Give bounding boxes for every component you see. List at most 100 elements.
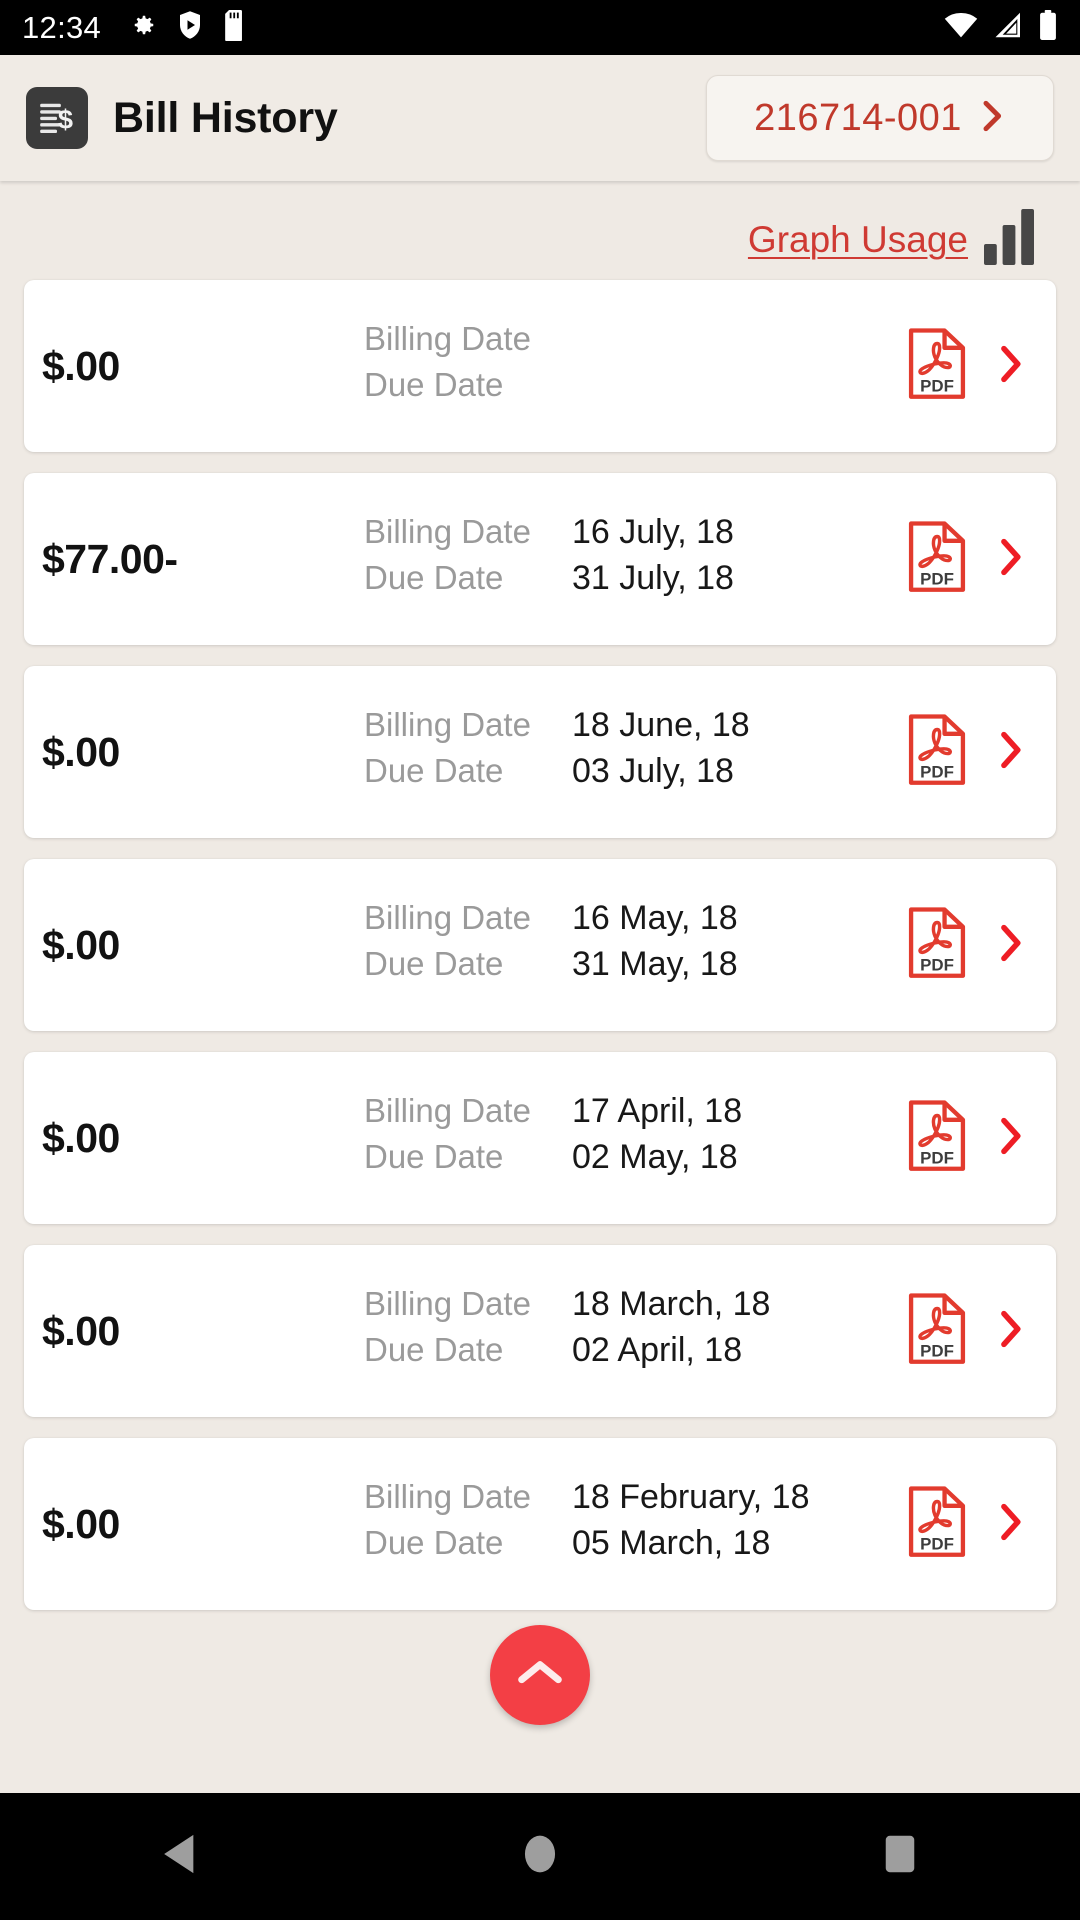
- bill-amount: $.00: [42, 728, 120, 775]
- nav-recents-button[interactable]: [825, 1793, 975, 1920]
- account-number: 216714-001: [754, 96, 962, 139]
- bill-dates: Billing Date 16 July, 18 Due Date 31 Jul…: [364, 513, 906, 605]
- pdf-file-icon[interactable]: PDF: [906, 1099, 968, 1177]
- billing-date-value: 18 February, 18: [572, 1478, 810, 1516]
- due-date-value: 03 July, 18: [572, 752, 734, 790]
- chevron-right-icon[interactable]: [998, 730, 1024, 775]
- table-row[interactable]: $77.00- Billing Date 16 July, 18 Due Dat…: [24, 473, 1056, 645]
- billing-date-value: 16 May, 18: [572, 899, 738, 937]
- battery-icon: [1038, 10, 1058, 45]
- bill-dates: Billing Date 18 February, 18 Due Date 05…: [364, 1478, 906, 1570]
- circle-home-icon: [522, 1832, 558, 1881]
- due-date-label: Due Date: [364, 559, 504, 596]
- table-row[interactable]: $.00 Billing Date 16 May, 18 Due Date 31…: [24, 859, 1056, 1031]
- status-time: 12:34: [22, 9, 102, 45]
- table-row[interactable]: $.00 Billing Date 18 June, 18 Due Date 0…: [24, 666, 1056, 838]
- billing-date-label: Billing Date: [364, 899, 531, 936]
- billing-date-value: 16 July, 18: [572, 513, 734, 551]
- pdf-file-icon[interactable]: PDF: [906, 713, 968, 791]
- svg-text:$: $: [58, 103, 73, 134]
- billing-date-row: Billing Date: [364, 320, 906, 366]
- bill-dates: Billing Date 18 June, 18 Due Date 03 Jul…: [364, 706, 906, 798]
- pdf-file-icon[interactable]: PDF: [906, 1292, 968, 1370]
- bill-dates: Billing Date 18 March, 18 Due Date 02 Ap…: [364, 1285, 906, 1377]
- billing-date-row: Billing Date 18 March, 18: [364, 1285, 906, 1331]
- status-bar: 12:34: [0, 0, 1080, 55]
- bill-amount: $.00: [42, 1307, 120, 1354]
- due-date-label: Due Date: [364, 1331, 504, 1368]
- row-actions: PDF: [906, 1485, 1024, 1563]
- bill-dates: Billing Date 16 May, 18 Due Date 31 May,…: [364, 899, 906, 991]
- content-area: Graph Usage $.00 Billing Date Due Date P…: [0, 181, 1080, 1793]
- due-date-row: Due Date 05 March, 18: [364, 1524, 906, 1570]
- billing-date-value: 18 March, 18: [572, 1285, 771, 1323]
- pdf-file-icon[interactable]: PDF: [906, 1485, 968, 1563]
- status-left-icons: [127, 9, 248, 46]
- pdf-file-icon[interactable]: PDF: [906, 520, 968, 598]
- table-row[interactable]: $.00 Billing Date 18 February, 18 Due Da…: [24, 1438, 1056, 1610]
- chevron-right-icon[interactable]: [998, 537, 1024, 582]
- billing-date-label: Billing Date: [364, 1478, 531, 1515]
- pdf-file-icon[interactable]: PDF: [906, 327, 968, 405]
- bill-amount: $.00: [42, 342, 120, 389]
- row-actions: PDF: [906, 520, 1024, 598]
- billing-date-value: 18 June, 18: [572, 706, 750, 744]
- chevron-right-icon[interactable]: [998, 923, 1024, 968]
- due-date-label: Due Date: [364, 1138, 504, 1175]
- bill-dates: Billing Date 17 April, 18 Due Date 02 Ma…: [364, 1092, 906, 1184]
- row-actions: PDF: [906, 1292, 1024, 1370]
- billing-date-label: Billing Date: [364, 1285, 531, 1322]
- due-date-value: 02 April, 18: [572, 1331, 743, 1369]
- billing-date-row: Billing Date 18 June, 18: [364, 706, 906, 752]
- sd-card-icon: [223, 9, 248, 46]
- due-date-row: Due Date 02 May, 18: [364, 1138, 906, 1184]
- billing-date-label: Billing Date: [364, 1092, 531, 1129]
- row-actions: PDF: [906, 327, 1024, 405]
- billing-date-row: Billing Date 16 May, 18: [364, 899, 906, 945]
- table-row[interactable]: $.00 Billing Date 18 March, 18 Due Date …: [24, 1245, 1056, 1417]
- billing-date-label: Billing Date: [364, 513, 531, 550]
- table-row[interactable]: $.00 Billing Date Due Date PDF: [24, 280, 1056, 452]
- billing-date-label: Billing Date: [364, 706, 531, 743]
- chevron-right-icon[interactable]: [998, 1502, 1024, 1547]
- chevron-right-icon: [980, 99, 1006, 138]
- billing-date-row: Billing Date 16 July, 18: [364, 513, 906, 559]
- svg-text:PDF: PDF: [920, 1148, 954, 1167]
- graph-usage-link[interactable]: Graph Usage: [748, 219, 968, 261]
- due-date-value: 31 July, 18: [572, 559, 734, 597]
- android-navigation-bar: [0, 1793, 1080, 1920]
- due-date-row: Due Date 31 May, 18: [364, 945, 906, 991]
- row-actions: PDF: [906, 713, 1024, 791]
- scroll-to-top-button[interactable]: [490, 1625, 590, 1725]
- bill-list: $.00 Billing Date Due Date PDF $77.00- B…: [0, 280, 1080, 1610]
- billing-date-row: Billing Date 18 February, 18: [364, 1478, 906, 1524]
- billing-date-row: Billing Date 17 April, 18: [364, 1092, 906, 1138]
- account-selector-button[interactable]: 216714-001: [706, 75, 1054, 161]
- shield-play-icon: [176, 10, 204, 45]
- due-date-label: Due Date: [364, 366, 504, 403]
- cell-signal-icon: [992, 11, 1024, 44]
- due-date-row: Due Date 02 April, 18: [364, 1331, 906, 1377]
- table-row[interactable]: $.00 Billing Date 17 April, 18 Due Date …: [24, 1052, 1056, 1224]
- chevron-right-icon[interactable]: [998, 344, 1024, 389]
- chevron-right-icon[interactable]: [998, 1116, 1024, 1161]
- due-date-value: 31 May, 18: [572, 945, 738, 983]
- nav-back-button[interactable]: [105, 1793, 255, 1920]
- bill-amount: $.00: [42, 1500, 120, 1547]
- nav-home-button[interactable]: [465, 1793, 615, 1920]
- due-date-label: Due Date: [364, 945, 504, 982]
- bill-amount: $.00: [42, 921, 120, 968]
- due-date-label: Due Date: [364, 1524, 504, 1561]
- wifi-icon: [944, 11, 978, 44]
- graph-usage-row[interactable]: Graph Usage: [0, 181, 1080, 280]
- svg-text:PDF: PDF: [920, 569, 954, 588]
- square-recents-icon: [881, 1832, 919, 1881]
- svg-text:PDF: PDF: [920, 1534, 954, 1553]
- bill-amount: $77.00-: [42, 535, 178, 582]
- bill-document-dollar-icon: $: [26, 87, 88, 149]
- due-date-label: Due Date: [364, 752, 504, 789]
- bill-amount: $.00: [42, 1114, 120, 1161]
- chevron-right-icon[interactable]: [998, 1309, 1024, 1354]
- pdf-file-icon[interactable]: PDF: [906, 906, 968, 984]
- bar-chart-icon[interactable]: [984, 209, 1036, 270]
